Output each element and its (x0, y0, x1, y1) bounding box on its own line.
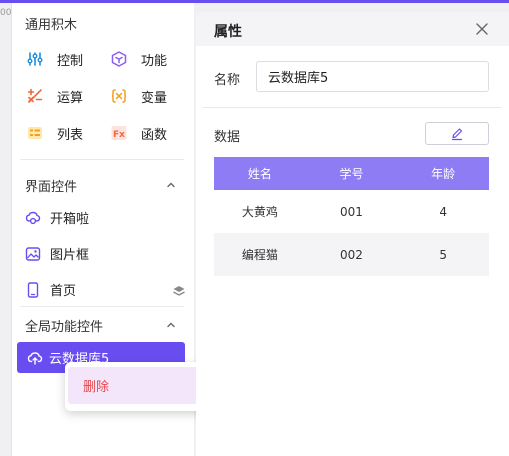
column-header: 学号 (305, 157, 398, 190)
block-label: 功能 (141, 53, 168, 69)
block-label: 变量 (141, 90, 168, 106)
data-label: 数据 (214, 130, 241, 145)
ui-item-home[interactable]: 首页 (25, 280, 175, 299)
svg-text:Fx: Fx (113, 130, 125, 140)
name-input[interactable] (256, 61, 489, 92)
section-divider (20, 306, 184, 307)
table-cell: 002 (305, 233, 398, 276)
layers-icon[interactable] (172, 284, 186, 298)
block-label: 运算 (57, 90, 84, 106)
ui-item-kaixiangla[interactable]: 开箱啦 (25, 208, 175, 227)
edit-pencil-icon (451, 127, 463, 140)
block-list[interactable]: 列表 (25, 123, 83, 143)
block-variable[interactable]: 变量 (109, 86, 167, 106)
sliders-icon (25, 49, 45, 69)
close-icon[interactable] (474, 21, 490, 37)
table-cell: 001 (340, 204, 363, 219)
section-title-global: 全局功能控件 (25, 320, 104, 335)
table-cell: 大黄鸡 (241, 205, 278, 219)
ui-item-label: 首页 (50, 284, 77, 299)
properties-header (196, 12, 509, 46)
panel-divider (202, 107, 501, 108)
cloud-upload-icon (27, 350, 43, 366)
block-func-def[interactable]: Fx 函数 (109, 123, 167, 143)
edit-data-button[interactable] (425, 122, 489, 145)
block-function[interactable]: 功能 (109, 49, 167, 69)
cloud-loop-icon (25, 210, 41, 226)
properties-panel: 属性 名称 数据 姓名 学号 年龄 大黄鸡 001 4 编程猫 002 5 (196, 12, 509, 456)
phone-icon (25, 281, 41, 298)
block-control[interactable]: 控制 (25, 49, 83, 69)
ruler-label: 00 (0, 8, 12, 18)
chevron-up-icon[interactable] (166, 180, 176, 190)
data-table: 姓名 学号 年龄 大黄鸡 001 4 编程猫 002 5 (214, 157, 489, 276)
function-icon: Fx (109, 123, 129, 143)
table-cell: 编程猫 (214, 233, 306, 276)
list-icon (25, 123, 45, 143)
table-header-row: 姓名 学号 年龄 (214, 157, 489, 190)
delete-menu-item[interactable]: 删除 (68, 367, 216, 404)
cube-icon (109, 49, 129, 69)
variable-icon (109, 86, 129, 106)
section-title-ui: 界面控件 (25, 180, 78, 195)
panel-title: 属性 (214, 24, 242, 40)
column-header: 年龄 (397, 157, 489, 190)
image-icon (25, 246, 41, 262)
name-label: 名称 (214, 73, 241, 88)
section-divider (20, 159, 184, 160)
table-cell: 5 (397, 233, 489, 276)
ui-item-label: 开箱啦 (50, 212, 90, 227)
column-header: 姓名 (214, 157, 306, 190)
block-operator[interactable]: 运算 (25, 86, 83, 106)
ui-item-image-box[interactable]: 图片框 (25, 244, 175, 263)
table-cell: 4 (439, 204, 447, 219)
table-row: 大黄鸡 001 4 (214, 190, 489, 233)
chevron-up-icon[interactable] (166, 320, 176, 330)
block-label: 函数 (141, 127, 168, 143)
table-row: 编程猫 002 5 (214, 233, 489, 276)
block-label: 列表 (57, 127, 84, 143)
math-ops-icon (25, 86, 45, 106)
ui-item-label: 图片框 (50, 248, 90, 263)
block-label: 控制 (57, 53, 84, 69)
section-title-common: 通用积木 (25, 18, 78, 33)
